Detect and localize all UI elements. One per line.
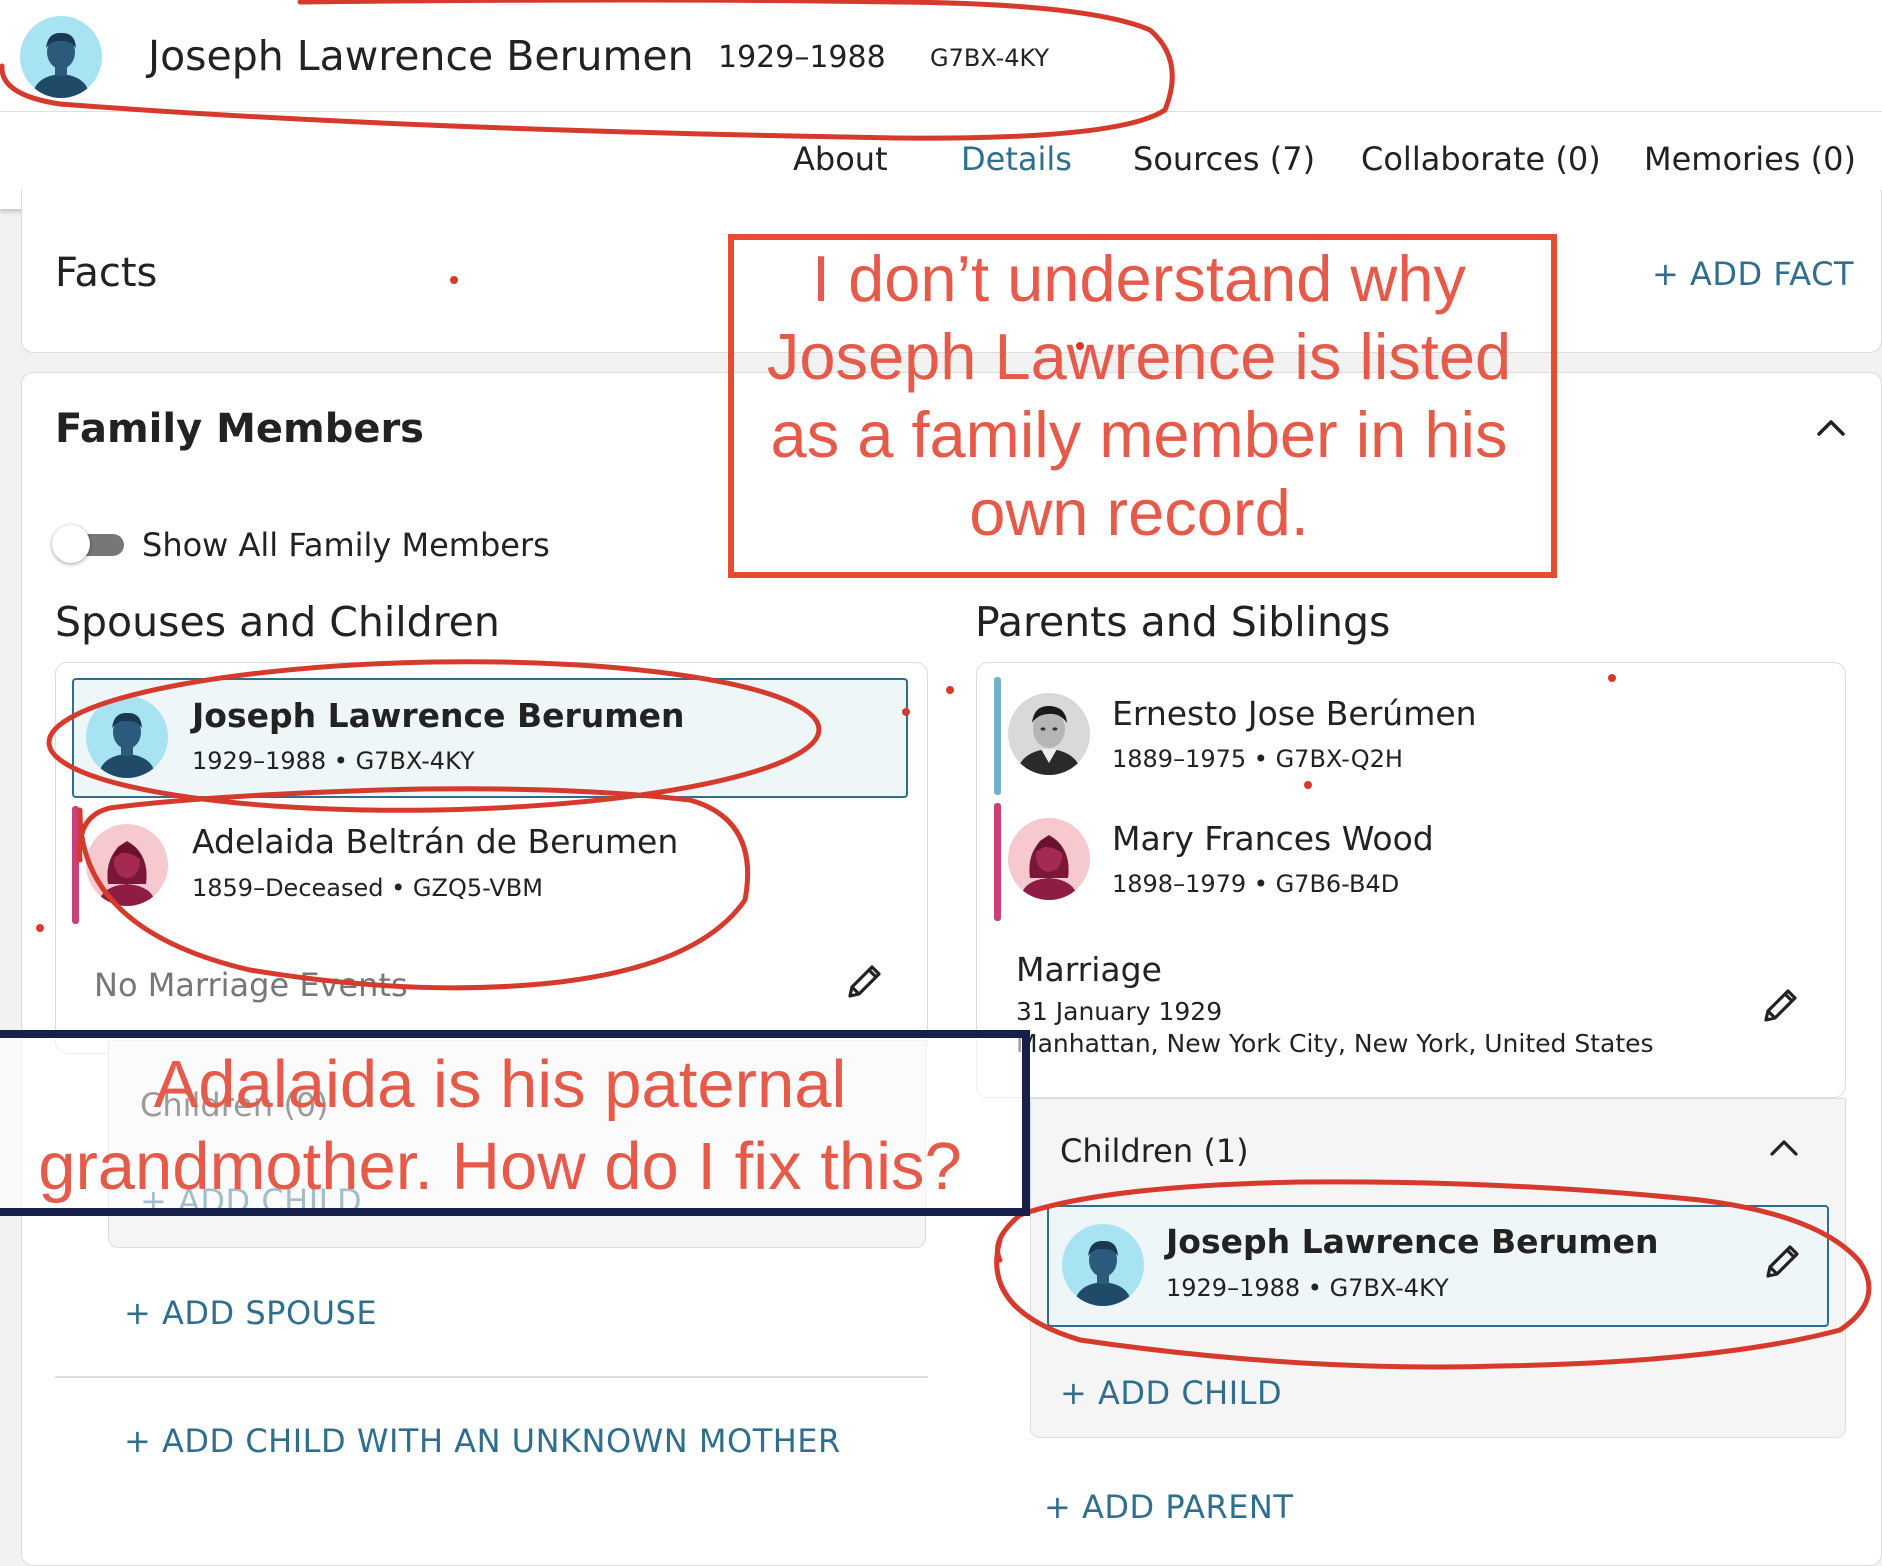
facts-title: Facts bbox=[55, 250, 158, 296]
person-lifespan-id: 1889–1975 • G7BX-Q2H bbox=[1112, 745, 1403, 773]
children-count: Children (1) bbox=[1060, 1132, 1249, 1170]
toggle-label: Show All Family Members bbox=[142, 526, 550, 564]
toggle-knob bbox=[52, 525, 90, 563]
tab-collaborate[interactable]: Collaborate (0) bbox=[1361, 140, 1601, 178]
edit-pencil-icon[interactable] bbox=[1758, 984, 1802, 1028]
male-avatar-icon bbox=[86, 696, 168, 778]
note-line: as a family member in his bbox=[770, 398, 1508, 471]
person-lifespan-id: 1859–Deceased • GZQ5-VBM bbox=[192, 874, 543, 902]
photo-avatar-icon bbox=[1008, 693, 1090, 775]
spouses-and-children-title: Spouses and Children bbox=[55, 598, 500, 646]
add-spouse-button[interactable]: + ADD SPOUSE bbox=[124, 1294, 377, 1332]
person-id[interactable]: G7BX-4KY bbox=[930, 44, 1049, 72]
annotation-note: I don’t understand why Joseph Lawrence i… bbox=[735, 240, 1543, 552]
note-line: I don’t understand why bbox=[811, 242, 1467, 315]
person-lifespan: 1929–1988 bbox=[718, 40, 886, 75]
add-parent-button[interactable]: + ADD PARENT bbox=[1044, 1488, 1293, 1526]
female-avatar-icon bbox=[1008, 818, 1090, 900]
parents-and-siblings-title: Parents and Siblings bbox=[975, 598, 1391, 646]
person-name[interactable]: Ernesto Jose Berúmen bbox=[1112, 694, 1477, 733]
person-name[interactable]: Joseph Lawrence Berumen bbox=[1166, 1222, 1659, 1261]
add-child-unknown-mother-button[interactable]: + ADD CHILD WITH AN UNKNOWN MOTHER bbox=[124, 1422, 841, 1460]
male-avatar-icon bbox=[1062, 1224, 1144, 1306]
note-line: own record. bbox=[969, 476, 1309, 549]
family-members-title: Family Members bbox=[55, 406, 424, 452]
tab-memories[interactable]: Memories (0) bbox=[1644, 140, 1856, 178]
chevron-up-icon[interactable] bbox=[1766, 1130, 1802, 1166]
no-marriage-events: No Marriage Events bbox=[94, 966, 408, 1004]
marriage-place: Manhattan, New York City, New York, Unit… bbox=[1016, 1029, 1654, 1058]
divider bbox=[55, 1376, 928, 1378]
tab-about[interactable]: About bbox=[793, 140, 888, 178]
add-fact-button[interactable]: + ADD FACT bbox=[1652, 255, 1854, 293]
show-all-family-toggle[interactable] bbox=[52, 525, 126, 563]
person-lifespan-id: 1898–1979 • G7B6-B4D bbox=[1112, 870, 1400, 898]
edit-pencil-icon[interactable] bbox=[1760, 1240, 1804, 1284]
person-name[interactable]: Mary Frances Wood bbox=[1112, 819, 1434, 858]
chevron-up-icon[interactable] bbox=[1813, 410, 1849, 446]
person-name[interactable]: Joseph Lawrence Berumen bbox=[192, 696, 685, 735]
note-line: Adalaida is his paternal bbox=[153, 1047, 847, 1122]
note-line: grandmother. How do I fix this? bbox=[38, 1129, 962, 1204]
person-lifespan-id: 1929–1988 • G7BX-4KY bbox=[1166, 1274, 1449, 1302]
tab-details[interactable]: Details bbox=[961, 140, 1072, 178]
female-avatar-icon bbox=[86, 824, 168, 906]
note-line: Joseph Lawrence is listed bbox=[766, 320, 1512, 393]
person-lifespan-id: 1929–1988 • G7BX-4KY bbox=[192, 747, 475, 775]
edit-pencil-icon[interactable] bbox=[842, 960, 886, 1004]
male-indicator bbox=[994, 677, 1001, 795]
male-avatar-icon bbox=[20, 16, 102, 98]
female-indicator bbox=[994, 803, 1001, 921]
marriage-date: 31 January 1929 bbox=[1016, 997, 1223, 1026]
add-child-button[interactable]: + ADD CHILD bbox=[1060, 1374, 1282, 1412]
person-name: Joseph Lawrence Berumen bbox=[148, 32, 694, 80]
person-name[interactable]: Adelaida Beltrán de Berumen bbox=[192, 822, 678, 861]
female-indicator bbox=[72, 806, 79, 924]
annotation-note: Adalaida is his paternal grandmother. Ho… bbox=[20, 1044, 980, 1208]
marriage-label: Marriage bbox=[1016, 950, 1162, 989]
tab-sources[interactable]: Sources (7) bbox=[1133, 140, 1315, 178]
